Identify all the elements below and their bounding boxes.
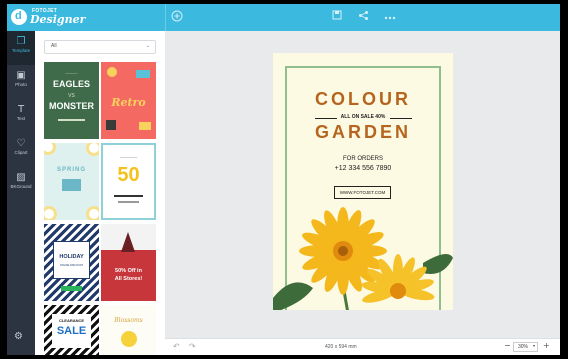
template-spring-text: SPRING <box>56 167 86 173</box>
top-toolbar: d FOTOJET Designer <box>7 4 560 31</box>
nav-template[interactable]: ❐ Template <box>7 31 35 65</box>
poster-orders-text[interactable]: FOR ORDERS <box>273 156 453 162</box>
poster-canvas[interactable]: COLOUR ALL ON SALE 40% GARDEN FOR ORDERS… <box>273 53 453 310</box>
template-monster-text: MONSTER <box>49 101 94 111</box>
nav-photo[interactable]: ▣ Photo <box>7 65 35 99</box>
template-clearance-text: CLEARANCE <box>58 318 85 323</box>
nav-background[interactable]: ▨ BKGround <box>7 167 35 201</box>
nav-text[interactable]: T Text <box>7 99 35 133</box>
redo-icon[interactable]: ↷ <box>189 342 196 351</box>
template-sale-text: SALE <box>56 325 87 337</box>
background-icon: ▨ <box>16 172 26 183</box>
app-logo[interactable]: d FOTOJET Designer <box>11 7 85 27</box>
template-fifty-percent[interactable]: ————— 50 <box>101 143 156 220</box>
zoom-value: 30% <box>518 344 529 350</box>
template-fifty-off[interactable]: 50% Off in All Stores! <box>101 224 156 301</box>
template-blossoms-text: Blossoms <box>114 317 143 324</box>
nav-clipart[interactable]: ♡ Clipart <box>7 133 35 167</box>
more-icon[interactable] <box>383 10 397 24</box>
photo-icon: ▣ <box>16 70 26 81</box>
canvas-size-label: 420 x 594 mm <box>325 344 357 350</box>
settings-icon[interactable]: ⚙ <box>14 331 23 342</box>
poster-website-box[interactable]: WWW.FOTOJET.COM <box>334 186 391 199</box>
plus-circle-icon[interactable] <box>170 10 184 24</box>
bottom-status-bar: ↶ ↷ 420 x 594 mm − 30% ▾ + <box>165 338 560 355</box>
share-icon[interactable] <box>356 10 370 24</box>
logo-mark: d <box>11 9 27 25</box>
template-retro[interactable]: Retro <box>101 62 156 139</box>
template-fifty-text: 50 <box>117 164 140 186</box>
poster-title-colour[interactable]: COLOUR <box>273 89 453 110</box>
left-nav: ❐ Template ▣ Photo T Text ♡ Clipart ▨ BK… <box>7 31 35 355</box>
template-retro-text: Retro <box>111 96 146 109</box>
template-fifty-off-text: 50% Off in <box>115 268 142 274</box>
logo-text: Designer <box>30 13 86 26</box>
template-holiday[interactable]: HOLIDAY ONLINE DISCOUNT <box>44 224 99 301</box>
undo-icon[interactable]: ↶ <box>173 342 180 351</box>
nav-clipart-label: Clipart <box>14 150 28 155</box>
nav-template-label: Template <box>11 48 31 53</box>
template-icon: ❐ <box>16 36 26 47</box>
chevron-down-icon: ▾ <box>532 343 535 348</box>
save-icon[interactable] <box>330 10 344 24</box>
text-icon: T <box>17 104 25 115</box>
template-eagles-text: EAGLES <box>52 79 90 89</box>
category-filter-dropdown[interactable]: All ⌄ <box>44 40 156 54</box>
template-spring[interactable]: SPRING <box>44 143 99 220</box>
nav-text-label: Text <box>16 116 26 121</box>
filter-value: All <box>51 43 57 49</box>
poster-rule-right <box>390 118 412 119</box>
poster-phone-text[interactable]: +12 334 556 7890 <box>273 165 453 172</box>
nav-background-label: BKGround <box>10 184 32 189</box>
nav-photo-label: Photo <box>15 82 27 87</box>
toolbar-divider <box>165 4 166 31</box>
template-holiday-sub: ONLINE DISCOUNT <box>59 264 84 267</box>
clipart-icon: ♡ <box>16 138 26 149</box>
template-panel: All ⌄ ——— EAGLES VS MONSTER Retro SPRING <box>35 31 165 355</box>
fotojet-designer-app: d FOTOJET Designer ❐ Template ▣ Photo T … <box>7 4 560 355</box>
template-all-stores-text: All Stores! <box>114 276 143 282</box>
gerbera-flower-image[interactable] <box>273 203 453 310</box>
template-blossoms[interactable]: Blossoms <box>101 305 156 355</box>
template-clearance-sale[interactable]: CLEARANCE SALE <box>44 305 99 355</box>
chevron-down-icon: ⌄ <box>145 43 150 49</box>
canvas-workspace[interactable]: COLOUR ALL ON SALE 40% GARDEN FOR ORDERS… <box>165 31 560 338</box>
template-holiday-text: HOLIDAY <box>59 254 84 260</box>
zoom-in-button[interactable]: + <box>543 341 550 350</box>
poster-title-garden[interactable]: GARDEN <box>273 122 453 143</box>
template-eagles-monster[interactable]: ——— EAGLES VS MONSTER <box>44 62 99 139</box>
poster-sale-text[interactable]: ALL ON SALE 40% <box>273 114 453 120</box>
zoom-select[interactable]: 30% ▾ <box>513 342 538 352</box>
zoom-out-button[interactable]: − <box>504 341 511 350</box>
